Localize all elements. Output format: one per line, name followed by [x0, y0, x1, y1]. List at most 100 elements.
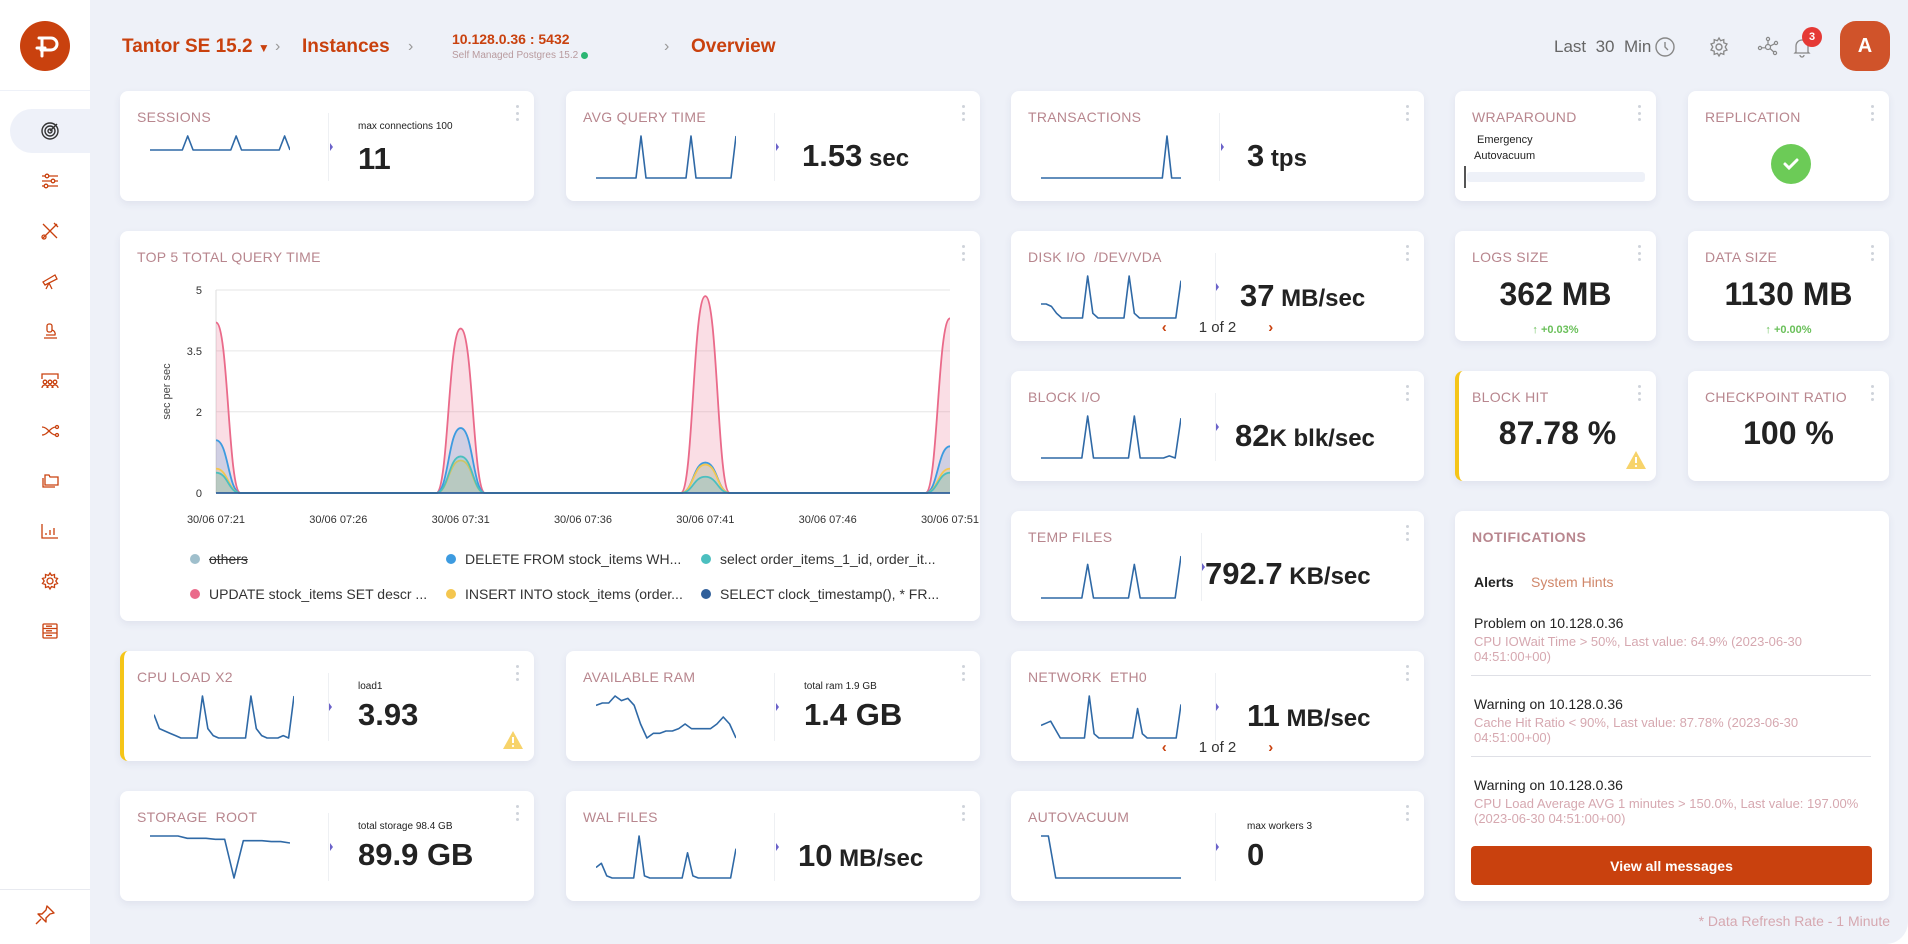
settings-gear-icon[interactable] — [1707, 35, 1731, 59]
sidebar-item-inspector[interactable] — [10, 309, 90, 353]
block-hit-value: 87.78 % — [1498, 415, 1617, 451]
legend-item[interactable]: UPDATE stock_items SET descr ... — [190, 586, 427, 602]
more-menu-icon[interactable] — [1404, 385, 1410, 401]
card-sessions[interactable]: SESSIONS max connections 100 11 — [120, 91, 534, 201]
pager-next-icon[interactable]: › — [1268, 739, 1273, 756]
tab-system-hints[interactable]: System Hints — [1531, 574, 1613, 590]
card-cpu-load[interactable]: CPU LOAD X2 load1 3.93 — [120, 651, 534, 761]
marker-icon — [1216, 703, 1219, 711]
sidebar-item-configuration[interactable] — [10, 159, 90, 203]
card-block-io[interactable]: BLOCK I/O 82K blk/sec — [1011, 371, 1424, 481]
more-menu-icon[interactable] — [1404, 245, 1410, 261]
sidebar-item-tools[interactable] — [10, 209, 90, 253]
time-range-selector[interactable]: Last 30 Min — [1554, 37, 1651, 57]
sidebar-item-overview[interactable] — [10, 109, 90, 153]
card-network[interactable]: NETWORK ETH0 11 MB/sec ‹ 1 of 2 › — [1011, 651, 1424, 761]
legend-item[interactable]: DELETE FROM stock_items WH... — [446, 551, 681, 567]
gear-icon — [41, 571, 59, 591]
sidebar-item-statistics[interactable] — [10, 509, 90, 553]
breadcrumb-instances[interactable]: Instances — [302, 36, 390, 58]
card-data-size[interactable]: DATA SIZE 1130 MB ↑ +0.00% — [1688, 231, 1889, 341]
value-unit-k: K — [1269, 425, 1287, 452]
card-wal-files[interactable]: WAL FILES 10 MB/sec — [566, 791, 980, 901]
divider — [774, 673, 775, 741]
breadcrumb-instance[interactable]: 10.128.0.36 : 5432 Self Managed Postgres… — [452, 31, 589, 61]
notification-body: CPU IOWait Time > 50%, Last value: 64.9%… — [1474, 634, 1802, 664]
more-menu-icon[interactable] — [960, 105, 966, 121]
divider — [328, 113, 329, 181]
pin-icon[interactable] — [33, 903, 57, 927]
breadcrumb-product[interactable]: Tantor SE 15.2 ▼ — [122, 36, 270, 58]
pager-prev-icon[interactable]: ‹ — [1162, 319, 1167, 336]
legend-label: select order_items_1_id, order_it... — [720, 551, 936, 567]
card-autovacuum[interactable]: AUTOVACUUM max workers 3 0 — [1011, 791, 1424, 901]
card-avg-query-time[interactable]: AVG QUERY TIME 1.53 sec — [566, 91, 980, 201]
card-disk-io[interactable]: DISK I/O /DEV/VDA 37 MB/sec ‹ 1 of 2 › — [1011, 231, 1424, 341]
sparkline-path — [1041, 695, 1181, 739]
card-title: AVG QUERY TIME — [583, 109, 706, 125]
sidebar-item-sessions[interactable] — [10, 359, 90, 403]
tantor-logo[interactable] — [20, 21, 70, 71]
more-menu-icon[interactable] — [1869, 105, 1875, 121]
more-menu-icon[interactable] — [1869, 385, 1875, 401]
more-menu-icon[interactable] — [1636, 105, 1642, 121]
card-wraparound[interactable]: WRAPAROUND Emergency Autovacuum — [1455, 91, 1656, 201]
sidebar-item-database[interactable] — [10, 609, 90, 653]
more-menu-icon[interactable] — [1404, 105, 1410, 121]
view-all-messages-button[interactable]: View all messages — [1471, 846, 1872, 885]
more-menu-icon[interactable] — [1636, 385, 1642, 401]
more-menu-icon[interactable] — [1869, 245, 1875, 261]
pager-prev-icon[interactable]: ‹ — [1162, 739, 1167, 756]
pager-next-icon[interactable]: › — [1268, 319, 1273, 336]
series-line — [215, 427, 951, 494]
card-title: AVAILABLE RAM — [583, 669, 696, 685]
shuffle-icon — [41, 424, 60, 438]
legend-swatch — [446, 589, 456, 599]
card-transactions[interactable]: TRANSACTIONS 3 tps — [1011, 91, 1424, 201]
legend-item[interactable]: others — [190, 551, 248, 567]
more-menu-icon[interactable] — [1636, 245, 1642, 261]
user-avatar[interactable]: A — [1840, 21, 1890, 71]
ram-value: 1.4 GB — [804, 697, 903, 732]
card-title: AUTOVACUUM — [1028, 809, 1130, 825]
sidebar-item-settings[interactable] — [10, 559, 90, 603]
tab-alerts[interactable]: Alerts — [1474, 574, 1514, 590]
notification-item[interactable]: Problem on 10.128.0.36 CPU IOWait Time > … — [1474, 615, 1874, 664]
card-replication[interactable]: REPLICATION — [1688, 91, 1889, 201]
sessions-sparkline — [150, 135, 290, 151]
data-size-value: 1130 MB — [1724, 276, 1853, 312]
card-temp-files[interactable]: TEMP FILES 792.7 KB/sec — [1011, 511, 1424, 621]
more-menu-icon[interactable] — [1404, 665, 1410, 681]
card-block-hit[interactable]: BLOCK HIT 87.78 % — [1455, 371, 1656, 481]
card-top5-query-time[interactable]: TOP 5 TOTAL QUERY TIME 0 2 3.5 5 sec per sec… — [120, 231, 980, 621]
card-available-ram[interactable]: AVAILABLE RAM total ram 1.9 GB 1.4 GB — [566, 651, 980, 761]
instance-ip: 10.128.0.36 : 5432 — [452, 31, 570, 47]
sidebar-item-storage[interactable] — [10, 459, 90, 503]
sessions-sublabel: max connections 100 — [358, 121, 453, 132]
more-menu-icon[interactable] — [960, 805, 966, 821]
legend-item[interactable]: select order_items_1_id, order_it... — [701, 551, 936, 567]
legend-item[interactable]: INSERT INTO stock_items (order... — [446, 586, 683, 602]
more-menu-icon[interactable] — [1404, 525, 1410, 541]
y-tick-label: 3.5 — [187, 346, 202, 358]
clock-icon[interactable] — [1653, 35, 1677, 59]
more-menu-icon[interactable] — [960, 665, 966, 681]
card-title: SESSIONS — [137, 109, 211, 125]
notification-item[interactable]: Warning on 10.128.0.36 CPU Load Average A… — [1474, 777, 1884, 826]
sidebar-item-replication[interactable] — [10, 409, 90, 453]
card-storage[interactable]: STORAGE ROOT total storage 98.4 GB 89.9 … — [120, 791, 534, 901]
more-menu-icon[interactable] — [514, 105, 520, 121]
folder-icon — [42, 474, 59, 488]
more-menu-icon[interactable] — [514, 665, 520, 681]
notification-item[interactable]: Warning on 10.128.0.36 Cache Hit Ratio < … — [1474, 696, 1874, 745]
more-menu-icon[interactable] — [514, 805, 520, 821]
card-checkpoint-ratio[interactable]: CHECKPOINT RATIO 100 % — [1688, 371, 1889, 481]
value-number: 10 — [798, 838, 833, 873]
sidebar-item-monitoring[interactable] — [10, 259, 90, 303]
card-logs-size[interactable]: LOGS SIZE 362 MB ↑ +0.03% — [1455, 231, 1656, 341]
topology-icon[interactable] — [1756, 35, 1780, 59]
more-menu-icon[interactable] — [1404, 805, 1410, 821]
sidebar-divider — [0, 90, 90, 91]
legend-item[interactable]: SELECT clock_timestamp(), * FR... — [701, 586, 939, 602]
temp-files-value: 792.7 KB/sec — [1205, 556, 1371, 592]
